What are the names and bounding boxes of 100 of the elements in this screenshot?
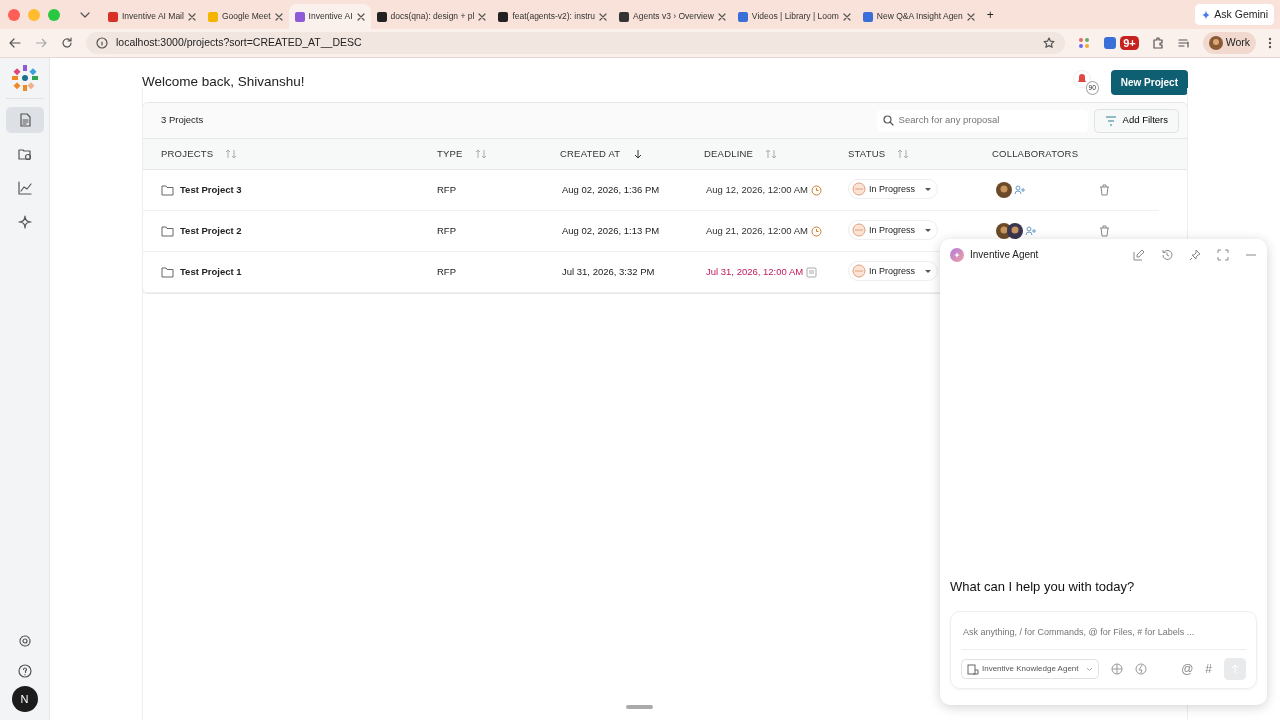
browser-tab[interactable]: Agents v3 › Overview xyxy=(613,4,732,29)
pin-icon[interactable] xyxy=(1189,248,1201,261)
avatar-icon xyxy=(1208,36,1223,50)
browser-tab[interactable]: Inventive AI xyxy=(288,4,371,29)
browser-tab[interactable]: Videos | Library | Loom xyxy=(731,4,857,29)
avatar-icon xyxy=(996,182,1012,198)
agent-select[interactable]: Inventive Knowledge Agent xyxy=(961,659,1099,679)
add-user-icon[interactable] xyxy=(1014,185,1026,195)
book-icon xyxy=(967,663,979,675)
tab-title: feat(agents-v2): instru xyxy=(512,10,596,23)
close-icon[interactable] xyxy=(842,12,851,21)
sort-icon[interactable] xyxy=(765,149,778,159)
page-title: Welcome back, Shivanshu! xyxy=(142,72,306,91)
calendar-icon xyxy=(806,266,818,278)
tab-title: New Q&A Insight Agen xyxy=(876,10,963,23)
sort-icon[interactable] xyxy=(225,149,238,159)
status-icon xyxy=(852,223,866,238)
logo-icon xyxy=(10,64,39,92)
avatar-icon xyxy=(1007,223,1023,239)
column-header: STATUS xyxy=(848,146,886,161)
table-cell-text: Aug 02, 2026, 1:36 PM xyxy=(561,182,661,197)
close-icon[interactable] xyxy=(966,12,975,21)
scroll-handle xyxy=(626,705,653,709)
settings-icon[interactable] xyxy=(17,634,32,648)
label-button[interactable]: # xyxy=(1205,660,1212,678)
browser-tab[interactable]: Google Meet xyxy=(201,4,289,29)
table-cell-text: Aug 02, 2026, 1:13 PM xyxy=(561,223,661,238)
caret-icon xyxy=(924,186,933,192)
table-cell-text: Jul 31, 2026, 3:32 PM xyxy=(561,264,656,279)
browser-tab[interactable]: Inventive AI Mail xyxy=(102,4,202,29)
new-tab-button[interactable]: + xyxy=(986,5,994,24)
browser-tab[interactable]: feat(agents-v2): instru xyxy=(492,4,614,29)
globe-icon[interactable] xyxy=(1110,663,1123,675)
filter-icon xyxy=(1104,115,1117,126)
close-icon[interactable] xyxy=(274,12,283,21)
search-field[interactable]: Search for any proposal xyxy=(876,109,1088,132)
close-icon[interactable] xyxy=(187,12,196,21)
close-icon[interactable] xyxy=(717,12,726,21)
trash-icon[interactable] xyxy=(1099,225,1110,238)
more-icon[interactable] xyxy=(1268,36,1272,50)
folder-icon xyxy=(161,225,174,237)
close-icon[interactable] xyxy=(478,12,487,21)
browser-tab[interactable]: docs(qna): design + pl xyxy=(370,4,493,29)
browser-tab[interactable]: New Q&A Insight Agen xyxy=(856,4,981,29)
star-icon[interactable] xyxy=(1043,37,1056,49)
close-icon[interactable] xyxy=(356,12,365,21)
sort-icon[interactable] xyxy=(474,149,487,159)
window-control[interactable] xyxy=(48,8,60,21)
folder-icon xyxy=(161,266,174,278)
window-control[interactable] xyxy=(8,8,20,21)
history-icon[interactable] xyxy=(1161,248,1173,261)
reload-icon[interactable] xyxy=(60,36,74,50)
back-icon[interactable] xyxy=(8,36,22,50)
help-icon[interactable] xyxy=(17,664,32,678)
puzzle-icon[interactable] xyxy=(1150,36,1165,50)
filter-button[interactable]: Add Filters xyxy=(1093,108,1179,133)
deadline-text: Jul 31, 2026, 12:00 AM xyxy=(706,264,804,279)
tab-title: Inventive AI Mail xyxy=(122,10,184,23)
lightning-icon[interactable] xyxy=(1134,663,1147,675)
edit-icon[interactable] xyxy=(1133,248,1145,261)
column-header: DEADLINE xyxy=(704,146,754,161)
document-icon xyxy=(17,113,32,127)
tab-title: Agents v3 › Overview xyxy=(633,10,714,23)
clock-icon xyxy=(810,225,822,237)
user-avatar[interactable]: N xyxy=(11,686,38,712)
trash-icon[interactable] xyxy=(1099,184,1110,197)
folder-icon xyxy=(161,184,174,196)
project-name[interactable]: Test Project 3 xyxy=(180,182,242,198)
close-icon[interactable] xyxy=(599,12,608,21)
project-name[interactable]: Test Project 1 xyxy=(180,264,242,280)
ask-gemini-button[interactable]: Ask Gemini xyxy=(1195,3,1274,26)
sort-icon[interactable] xyxy=(897,149,910,159)
address-bar[interactable]: localhost:3000/projects?sort=CREATED_AT__DESC xyxy=(86,32,1066,54)
status-dropdown[interactable]: In Progress xyxy=(848,220,939,241)
expand-icon[interactable] xyxy=(1217,248,1229,261)
profile-button[interactable]: Work xyxy=(1202,32,1256,54)
project-name[interactable]: Test Project 2 xyxy=(180,223,242,239)
tab-title: Videos | Library | Loom xyxy=(751,10,839,23)
tab-title: docs(qna): design + pl xyxy=(390,10,475,23)
tab-title: Google Meet xyxy=(221,10,271,23)
chat-composer[interactable]: Ask anything, / for Commands, @ for Files, # for Labels ... Inventive Knowledge Agent @ # xyxy=(950,610,1257,689)
table-cell-text: RFP xyxy=(437,223,457,238)
column-header: TYPE xyxy=(437,146,463,161)
tab-title: Inventive AI xyxy=(308,10,353,23)
status-icon xyxy=(852,264,866,279)
status-dropdown[interactable]: In Progress xyxy=(848,179,939,200)
column-header: COLLABORATORS xyxy=(992,146,1079,161)
status-dropdown[interactable]: In Progress xyxy=(848,261,939,282)
sparkle-icon xyxy=(17,215,32,229)
extension-icon[interactable] xyxy=(1077,36,1092,50)
mention-button[interactable]: @ xyxy=(1181,660,1194,678)
add-user-icon[interactable] xyxy=(1025,226,1037,236)
sidebar-item[interactable] xyxy=(5,107,44,133)
agent-logo-icon xyxy=(950,247,964,262)
media-icon[interactable] xyxy=(1176,36,1191,50)
table-cell-text: RFP xyxy=(437,182,457,197)
table-cell-text: RFP xyxy=(437,264,457,279)
forward-icon[interactable] xyxy=(34,36,48,50)
extension-icon[interactable] xyxy=(1103,36,1118,50)
new-project-button[interactable]: New Project xyxy=(1110,69,1188,95)
